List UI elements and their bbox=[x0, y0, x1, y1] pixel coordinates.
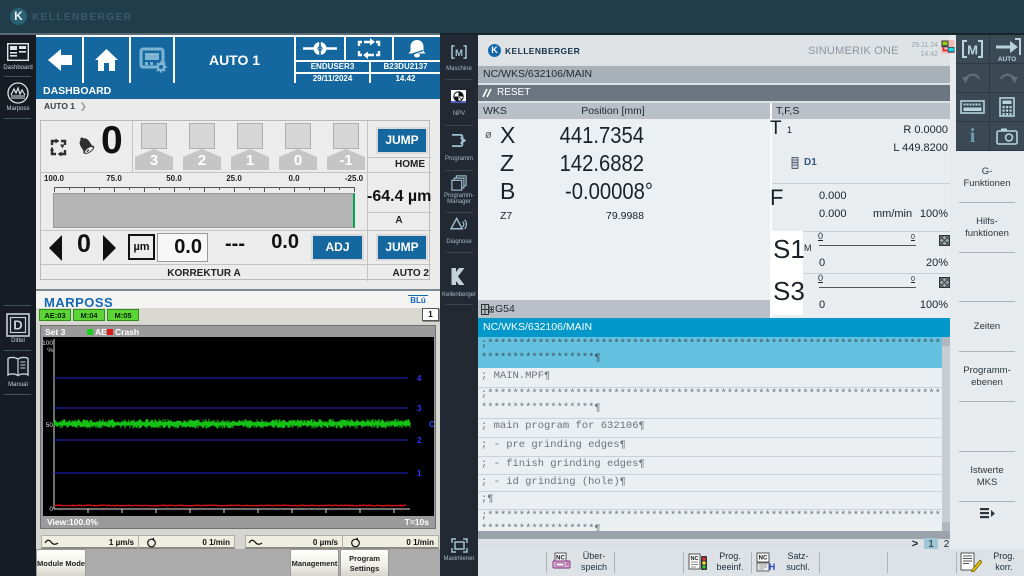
svg-text:M: M bbox=[455, 48, 463, 59]
svg-text:D: D bbox=[13, 318, 22, 333]
svg-text:0: 0 bbox=[49, 506, 53, 513]
svg-text:3: 3 bbox=[417, 404, 422, 413]
svg-text:100: 100 bbox=[43, 340, 53, 347]
svg-text:M: M bbox=[967, 43, 978, 58]
svg-text:2: 2 bbox=[417, 436, 422, 445]
svg-text:NC: NC bbox=[759, 556, 768, 562]
svg-text:4: 4 bbox=[417, 374, 422, 383]
svg-text:%: % bbox=[47, 347, 53, 354]
svg-text:C: C bbox=[429, 420, 434, 429]
svg-text:AUTO: AUTO bbox=[998, 56, 1016, 63]
svg-text:1: 1 bbox=[417, 469, 422, 478]
svg-text:50: 50 bbox=[46, 422, 54, 429]
svg-text:H: H bbox=[769, 562, 776, 572]
svg-text:NC: NC bbox=[691, 556, 699, 562]
